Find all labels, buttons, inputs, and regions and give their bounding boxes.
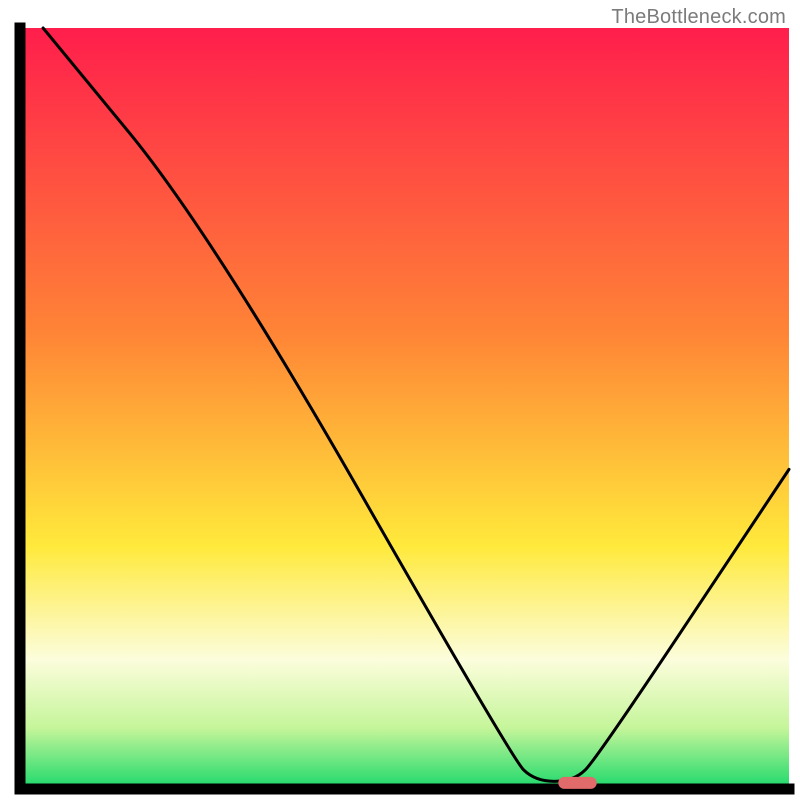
chart-svg <box>0 0 800 800</box>
watermark-text: TheBottleneck.com <box>611 6 786 29</box>
optimal-range-marker <box>558 777 596 789</box>
bottleneck-chart: TheBottleneck.com <box>0 0 800 800</box>
